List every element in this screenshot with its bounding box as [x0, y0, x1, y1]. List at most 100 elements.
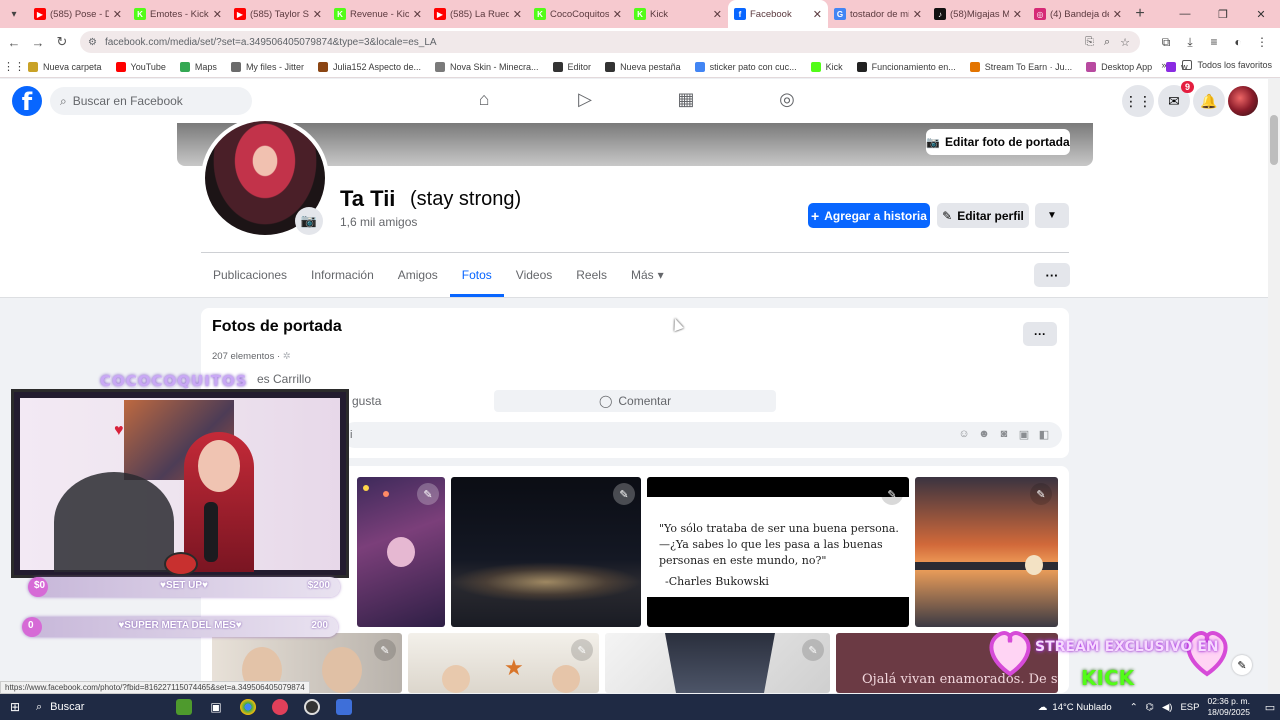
edit-photo-icon[interactable]: ✎ [374, 639, 396, 661]
taskbar-search[interactable]: ⌕ Buscar [30, 694, 168, 720]
profile-tab[interactable]: Más ▾ [619, 263, 676, 297]
marketplace-icon[interactable]: ▦ [674, 89, 698, 110]
browser-tab[interactable]: K Kick ✕ [628, 0, 728, 28]
apps-icon[interactable]: ⋮⋮ [0, 60, 28, 73]
profile-camera-icon[interactable]: 📷 [295, 207, 323, 235]
photo-tile[interactable]: "Yo sólo trataba de ser una buena person… [647, 477, 909, 627]
scrollbar-thumb[interactable] [1270, 115, 1278, 165]
bookmark-item[interactable]: Funcionamiento en... [856, 61, 956, 72]
facebook-logo-icon[interactable]: f [12, 86, 42, 116]
browser-tab[interactable]: ◎ (4) Bandeja de ✕ [1028, 0, 1128, 28]
profile-more-button[interactable]: ··· [1034, 263, 1070, 287]
chrome-taskbar-icon[interactable] [232, 694, 264, 720]
comment-button[interactable]: ◯ Comentar [494, 390, 776, 412]
bookmark-item[interactable]: sticker pato con cuc... [694, 61, 797, 72]
browser-tab[interactable]: K Emotes - Kick ✕ [128, 0, 228, 28]
tab-search-icon[interactable]: ▾ [0, 9, 28, 20]
task-view-icon[interactable]: ▣ [200, 694, 232, 720]
photo-tile[interactable]: ✎ [451, 477, 641, 627]
bookmark-item[interactable]: Nueva pestaña [605, 61, 681, 72]
edit-photo-icon[interactable]: ✎ [613, 483, 635, 505]
comment-input[interactable]: i ☺ ☻ ◙ ▣ ◧ [342, 422, 1062, 448]
facebook-search-input[interactable]: ⌕ Buscar en Facebook [50, 87, 252, 115]
browser-tab[interactable]: Gtostador de mi ✕ [828, 0, 928, 28]
clock[interactable]: 02:36 p. m. 18/09/2025 [1207, 696, 1250, 718]
sticker-icon[interactable]: ◧ [1034, 428, 1054, 441]
add-story-button[interactable]: + Agregar a historia [808, 203, 930, 228]
profile-tab[interactable]: Videos [504, 263, 564, 297]
notification-icon[interactable]: ▭ [1260, 701, 1280, 714]
language-indicator[interactable]: ESP [1180, 702, 1199, 713]
account-avatar[interactable] [1228, 86, 1258, 116]
chevron-up-icon[interactable]: ⌃ [1130, 702, 1138, 713]
avatar-sticker-icon[interactable]: ☺ [954, 428, 974, 441]
url-input[interactable]: ⚙ facebook.com/media/set/?set=a.34950640… [80, 31, 1140, 53]
close-tab-icon[interactable]: ✕ [113, 8, 122, 21]
install-app-icon[interactable]: ⎘ [1085, 36, 1094, 49]
all-bookmarks[interactable]: » Todos los favoritos [1161, 60, 1272, 70]
bookmark-item[interactable]: Editor [552, 61, 591, 72]
edit-photo-icon[interactable]: ✎ [417, 483, 439, 505]
edit-profile-button[interactable]: ✎ Editar perfil [937, 203, 1029, 228]
start-menu-icon[interactable]: ⊞ [0, 700, 30, 714]
browser-menu-icon[interactable]: ⋮ [1250, 35, 1274, 49]
page-scrollbar[interactable] [1268, 79, 1280, 693]
bookmark-item[interactable]: Nueva carpeta [28, 61, 102, 72]
reload-icon[interactable]: ↻ [50, 34, 74, 50]
browser-tab[interactable]: ▶ (585) La Rueda ✕ [428, 0, 528, 28]
zoom-icon[interactable]: ⌕ [1104, 36, 1110, 49]
downloads-icon[interactable]: ⤓ [1178, 35, 1202, 50]
network-icon[interactable]: ⌬ [1146, 702, 1154, 713]
profile-tab[interactable]: Información [299, 263, 386, 297]
notifications-bell-icon[interactable]: 🔔 [1193, 85, 1225, 117]
browser-tab[interactable]: ▶ (585) Pose - De ✕ [28, 0, 128, 28]
messenger-icon[interactable]: ✉ 9 [1158, 81, 1194, 117]
edit-cover-button[interactable]: 📷 Editar foto de portada [926, 129, 1070, 155]
video-icon[interactable]: ▷ [573, 89, 597, 110]
photo-tile[interactable]: ✎ [357, 477, 445, 627]
restore-icon[interactable]: ❐ [1204, 8, 1242, 21]
profile-tab[interactable]: Reels [564, 263, 619, 297]
edit-photo-icon[interactable]: ✎ [1030, 483, 1052, 505]
extensions-icon[interactable]: ⧉ [1154, 35, 1178, 50]
close-tab-icon[interactable]: ✕ [213, 8, 222, 21]
photo-tile[interactable]: ✎ [915, 477, 1058, 627]
gif-icon[interactable]: ▣ [1014, 428, 1034, 441]
bookmark-item[interactable]: Stream To Earn · Ju... [969, 61, 1072, 72]
close-window-icon[interactable]: ✕ [1242, 8, 1280, 21]
close-tab-icon[interactable]: ✕ [713, 8, 722, 21]
close-tab-icon[interactable]: ✕ [1013, 8, 1022, 21]
close-tab-icon[interactable]: ✕ [513, 8, 522, 21]
profile-options-button[interactable]: ▼ [1035, 203, 1069, 228]
new-tab-button[interactable]: + [1128, 5, 1152, 23]
bookmark-item[interactable]: YouTube [115, 61, 166, 72]
close-tab-icon[interactable]: ✕ [313, 8, 322, 21]
profile-icon[interactable]: ◐ [1226, 35, 1250, 49]
profile-tab[interactable]: Fotos [449, 263, 504, 297]
obs-taskbar-icon[interactable] [296, 694, 328, 720]
bookmark-item[interactable]: Kick [810, 61, 843, 72]
browser-tab[interactable]: K CocoCoquitos ✕ [528, 0, 628, 28]
camera-icon[interactable]: ◙ [994, 428, 1014, 441]
home-icon[interactable]: ⌂ [472, 89, 496, 110]
volume-icon[interactable]: ◀) [1162, 702, 1172, 713]
browser-tab[interactable]: ▶ (585) Taylor Sw ✕ [228, 0, 328, 28]
compose-edit-icon[interactable]: ✎ [1232, 655, 1252, 675]
close-tab-icon[interactable]: ✕ [913, 8, 922, 21]
emoji-icon[interactable]: ☻ [974, 428, 994, 441]
site-info-icon[interactable]: ⚙ [88, 37, 97, 48]
photo-tile[interactable]: ★ ✎ [408, 633, 599, 693]
bookmark-item[interactable]: Nova Skin - Minecra... [435, 61, 539, 72]
groups-icon[interactable]: ◎ [775, 89, 799, 110]
close-tab-icon[interactable]: ✕ [413, 8, 422, 21]
browser-tab[interactable]: ♪ (58)Migajas Mi ✕ [928, 0, 1028, 28]
bamboo-widget-icon[interactable] [168, 694, 200, 720]
bookmark-item[interactable]: Julia152 Aspecto de... [317, 61, 421, 72]
edit-photo-icon[interactable]: ✎ [802, 639, 824, 661]
profile-tab[interactable]: Publicaciones [201, 263, 299, 297]
close-tab-icon[interactable]: ✕ [813, 8, 822, 21]
bookmark-item[interactable]: Maps [179, 61, 217, 72]
browser-tab[interactable]: f Facebook ✕ [728, 0, 828, 28]
bookmark-star-icon[interactable]: ☆ [1120, 36, 1130, 49]
album-more-button[interactable]: ··· [1023, 322, 1057, 346]
